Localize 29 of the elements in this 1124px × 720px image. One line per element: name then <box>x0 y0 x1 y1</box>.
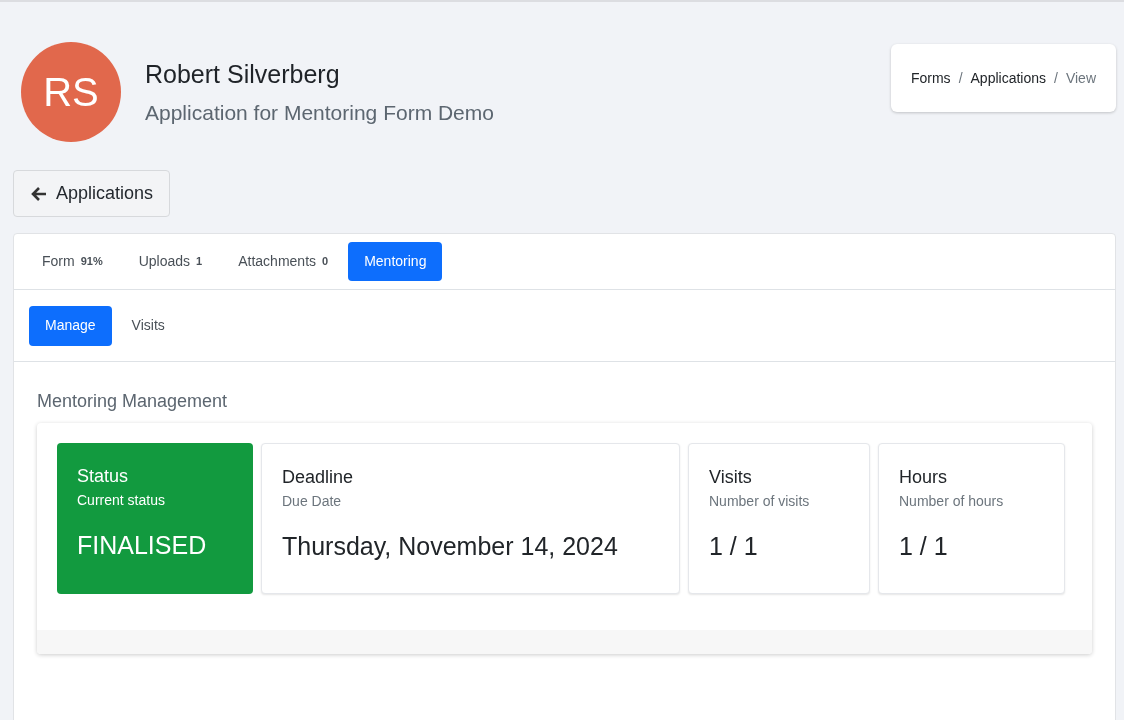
avatar: RS <box>21 42 121 142</box>
card-subtitle: Number of hours <box>899 492 1005 511</box>
tab[interactable]: Form 91% <box>26 242 119 281</box>
tab[interactable]: Mentoring <box>348 242 443 281</box>
card-subtitle: Current status <box>77 491 166 510</box>
card-value: FINALISED <box>77 530 208 561</box>
tab[interactable]: Uploads 1 <box>122 242 219 281</box>
card-title: Status <box>77 465 130 488</box>
back-button[interactable]: Applications <box>13 170 171 217</box>
card-title: Hours <box>899 466 948 489</box>
section-title: Mentoring Management <box>36 390 229 413</box>
card-subtitle: Due Date <box>282 492 343 511</box>
breadcrumb-separator: / <box>958 68 963 88</box>
subtab[interactable]: Manage <box>29 305 112 346</box>
card-title: Deadline <box>282 466 355 489</box>
tab[interactable]: Attachments 0 <box>222 242 345 281</box>
page-subtitle: Application for Mentoring Form Demo <box>145 100 494 126</box>
card-subtitle: Number of visits <box>709 492 811 511</box>
breadcrumb-current: View <box>1065 68 1096 88</box>
subtab[interactable]: Visits <box>115 305 181 346</box>
card-value: 1 / 1 <box>709 531 759 562</box>
arrow-left-icon <box>30 185 48 202</box>
breadcrumb-link[interactable]: Applications <box>970 67 1046 89</box>
card-title: Visits <box>709 466 753 489</box>
breadcrumb-link[interactable]: Forms <box>910 67 951 89</box>
card-value: 1 / 1 <box>899 531 949 562</box>
person-name: Robert Silverberg <box>145 58 341 90</box>
breadcrumb-separator: / <box>1054 68 1058 88</box>
card-value: Thursday, November 14, 2024 <box>282 531 619 562</box>
